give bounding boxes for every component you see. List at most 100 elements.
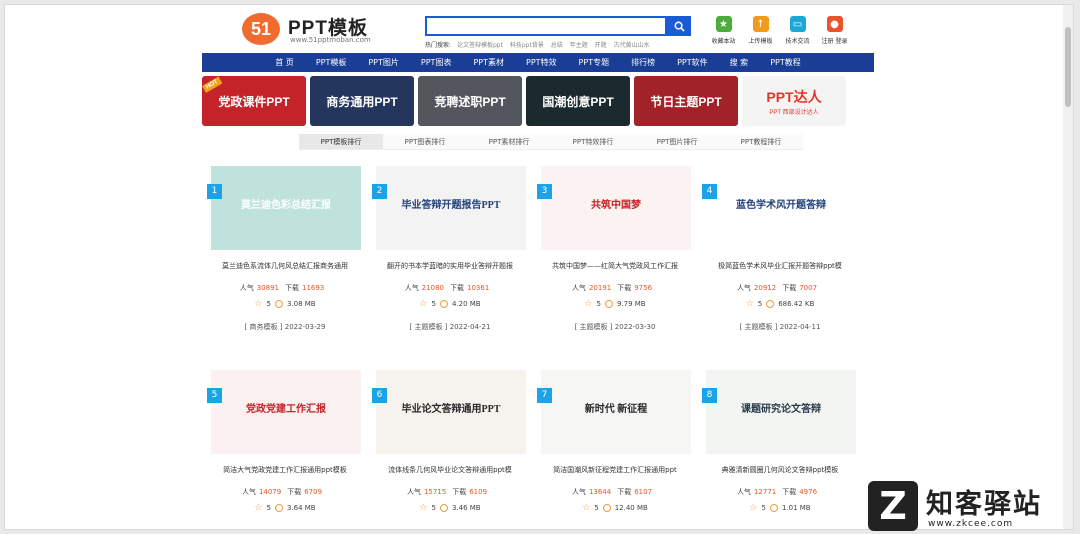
user-icon: ● <box>826 16 843 32</box>
upload-date: 2022-03-29 <box>284 323 326 331</box>
hot-link[interactable]: 论文答辩模板ppt <box>457 42 503 49</box>
tab-chart-rank[interactable]: PPT图表排行 <box>383 134 467 150</box>
ranking-tabs: PPT模板排行 PPT图表排行 PPT素材排行 PPT特效排行 PPT图片排行 … <box>299 134 874 150</box>
search-button[interactable] <box>667 16 691 36</box>
tab-template-rank[interactable]: PPT模板排行 <box>299 134 383 150</box>
tab-tutorial-rank[interactable]: PPT教程排行 <box>719 134 803 150</box>
vertical-scrollbar[interactable] <box>1063 5 1073 529</box>
template-name[interactable]: 极简蓝色学术风毕业汇报开题答辩ppt模 <box>697 261 863 271</box>
category-link[interactable]: [ 主题模板 ] <box>740 323 778 331</box>
downloads-label: 下载 <box>617 488 632 496</box>
template-grid: 1 莫兰迪色彩总结汇报 莫兰迪色系流体几何风总结汇报商务通用 人气 30891 下载 116… <box>202 166 874 529</box>
template-thumbnail[interactable]: 新时代 新征程 <box>541 370 691 454</box>
upload-date: 2022-04-11 <box>779 323 821 331</box>
banner-festival[interactable]: 节日主题PPT <box>634 76 738 126</box>
template-card[interactable]: 1 莫兰迪色彩总结汇报 莫兰迪色系流体几何风总结汇报商务通用 人气 30891 下载 116… <box>202 166 367 356</box>
template-meta: ☆ 5 3.64 MB <box>202 503 368 513</box>
banner-label: 竞聘述职PPT <box>434 94 506 109</box>
template-stats: 人气 13644 下载 6107 <box>532 487 698 497</box>
template-name[interactable]: 共筑中国梦——红简大气党政风工作汇报 <box>532 261 698 271</box>
template-category: [ 主题模板 ] 2022-04-11 <box>697 322 863 332</box>
banner-party[interactable]: HOT 党政课件PPT <box>202 76 306 126</box>
popularity-count: 12771 <box>753 488 777 496</box>
login-button[interactable]: ● 注册 登录 <box>818 16 851 45</box>
star-icon: ☆ <box>419 299 428 309</box>
scroll-thumb[interactable] <box>1065 27 1071 107</box>
template-name[interactable]: 翻开的书本学蓝暗的实用毕业答辩开题报 <box>367 261 533 271</box>
downloads-count: 9756 <box>634 284 653 292</box>
hot-searches: 热门搜索: 论文答辩模板ppt 科技ppt背景 总结 年主题 开题 古代黄山山水 <box>425 40 655 49</box>
template-name[interactable]: 典雅清新圆圈几何风论文答辩ppt模板 <box>697 465 863 475</box>
nav-item-search[interactable]: 搜 索 <box>719 57 760 68</box>
nav-item-topics[interactable]: PPT专题 <box>568 57 621 68</box>
rank-badge: 3 <box>537 184 552 199</box>
downloads-label: 下载 <box>452 488 467 496</box>
nav-item-images[interactable]: PPT图片 <box>357 57 410 68</box>
popularity-label: 人气 <box>571 488 586 496</box>
bookmark-button[interactable]: ★ 收藏本站 <box>707 16 740 45</box>
template-card[interactable]: 2 毕业答辩开题报告PPT 翻开的书本学蓝暗的实用毕业答辩开题报 人气 21080 下载 1… <box>367 166 532 356</box>
banner-guochao[interactable]: 国潮创意PPT <box>526 76 630 126</box>
template-card[interactable]: 4 蓝色学术风开题答辩 极简蓝色学术风毕业汇报开题答辩ppt模 人气 20912 下载 70… <box>697 166 862 356</box>
popularity-label: 人气 <box>241 488 256 496</box>
tool-label: 收藏本站 <box>711 38 736 45</box>
star-icon: ☆ <box>419 503 428 513</box>
template-thumbnail[interactable]: 课题研究论文答辩 <box>706 370 856 454</box>
nav-item-materials[interactable]: PPT素材 <box>462 57 515 68</box>
template-thumbnail[interactable]: 莫兰迪色彩总结汇报 <box>211 166 361 250</box>
category-link[interactable]: [ 主题模板 ] <box>410 323 448 331</box>
downloads-label: 下载 <box>782 488 797 496</box>
downloads-label: 下载 <box>782 284 797 292</box>
upload-button[interactable]: ↑ 上传模板 <box>744 16 777 45</box>
hot-link[interactable]: 年主题 <box>570 42 588 49</box>
chat-button[interactable]: ▭ 技术交流 <box>781 16 814 45</box>
tab-effect-rank[interactable]: PPT特效排行 <box>551 134 635 150</box>
file-size-icon <box>766 300 775 308</box>
template-name[interactable]: 简洁国潮风新征程党建工作汇报通用ppt <box>532 465 698 475</box>
tab-image-rank[interactable]: PPT图片排行 <box>635 134 719 150</box>
template-thumbnail[interactable]: 共筑中国梦 <box>541 166 691 250</box>
banner-business[interactable]: 商务通用PPT <box>310 76 414 126</box>
template-name[interactable]: 流体线条几何风毕业论文答辩通用ppt模 <box>367 465 533 475</box>
template-name[interactable]: 莫兰迪色系流体几何风总结汇报商务通用 <box>202 261 368 271</box>
star-icon: ☆ <box>254 299 263 309</box>
category-link[interactable]: [ 商务模板 ] <box>245 323 283 331</box>
template-card[interactable]: 3 共筑中国梦 共筑中国梦——红简大气党政风工作汇报 人气 20191 下载 9756 ☆ 5 9… <box>532 166 697 356</box>
template-card[interactable]: 5 党政党建工作汇报 简洁大气党政党建工作汇报通用ppt模板 人气 14079 下载 670… <box>202 370 368 529</box>
nav-item-ranking[interactable]: 排行榜 <box>620 57 666 68</box>
category-link[interactable]: [ 主题模板 ] <box>575 323 613 331</box>
template-thumbnail[interactable]: 毕业论文答辩通用PPT <box>376 370 526 454</box>
hot-link[interactable]: 开题 <box>595 42 607 49</box>
downloads-count: 6709 <box>304 488 323 496</box>
nav-item-tutorials[interactable]: PPT教程 <box>759 57 812 68</box>
downloads-label: 下载 <box>617 284 632 292</box>
banner-competition[interactable]: 竞聘述职PPT <box>418 76 522 126</box>
nav-item-software[interactable]: PPT软件 <box>666 57 719 68</box>
hot-link[interactable]: 总结 <box>551 42 563 49</box>
template-category: [ 商务模板 ] 2022-03-29 <box>202 322 368 332</box>
star-count: 5 <box>431 504 436 512</box>
thumbnail-title: 毕业论文答辩通用PPT <box>401 404 501 415</box>
site-logo[interactable]: 51 <box>242 13 280 45</box>
nav-item-charts[interactable]: PPT图表 <box>410 57 463 68</box>
template-thumbnail[interactable]: 蓝色学术风开题答辩 <box>706 166 856 250</box>
template-name[interactable]: 简洁大气党政党建工作汇报通用ppt模板 <box>202 465 368 475</box>
template-meta: ☆ 5 3.08 MB <box>202 299 368 309</box>
nav-item-home[interactable]: 首 页 <box>264 57 305 68</box>
template-meta: ☆ 5 4.20 MB <box>367 299 533 309</box>
template-thumbnail[interactable]: 党政党建工作汇报 <box>211 370 361 454</box>
template-card[interactable]: 6 毕业论文答辩通用PPT 流体线条几何风毕业论文答辩通用ppt模 人气 15715 下载… <box>367 370 533 529</box>
tab-material-rank[interactable]: PPT素材排行 <box>467 134 551 150</box>
search-input[interactable] <box>425 16 667 36</box>
template-card[interactable]: 8 课题研究论文答辩 典雅清新圆圈几何风论文答辩ppt模板 人气 12771 下载 4976… <box>697 370 863 529</box>
banner-ppt-master[interactable]: PPT达人 PPT 西部设计达人 <box>742 76 846 126</box>
banner-label: 节日主题PPT <box>650 94 722 109</box>
nav-item-effects[interactable]: PPT特效 <box>515 57 568 68</box>
template-card[interactable]: 7 新时代 新征程 简洁国潮风新征程党建工作汇报通用ppt 人气 13644 下载 6107… <box>532 370 698 529</box>
hot-link[interactable]: 古代黄山山水 <box>614 42 650 49</box>
nav-item-templates[interactable]: PPT模板 <box>305 57 358 68</box>
template-thumbnail[interactable]: 毕业答辩开题报告PPT <box>376 166 526 250</box>
rank-badge: 5 <box>207 388 222 403</box>
file-size-icon <box>274 504 283 512</box>
hot-link[interactable]: 科技ppt背景 <box>510 42 544 49</box>
